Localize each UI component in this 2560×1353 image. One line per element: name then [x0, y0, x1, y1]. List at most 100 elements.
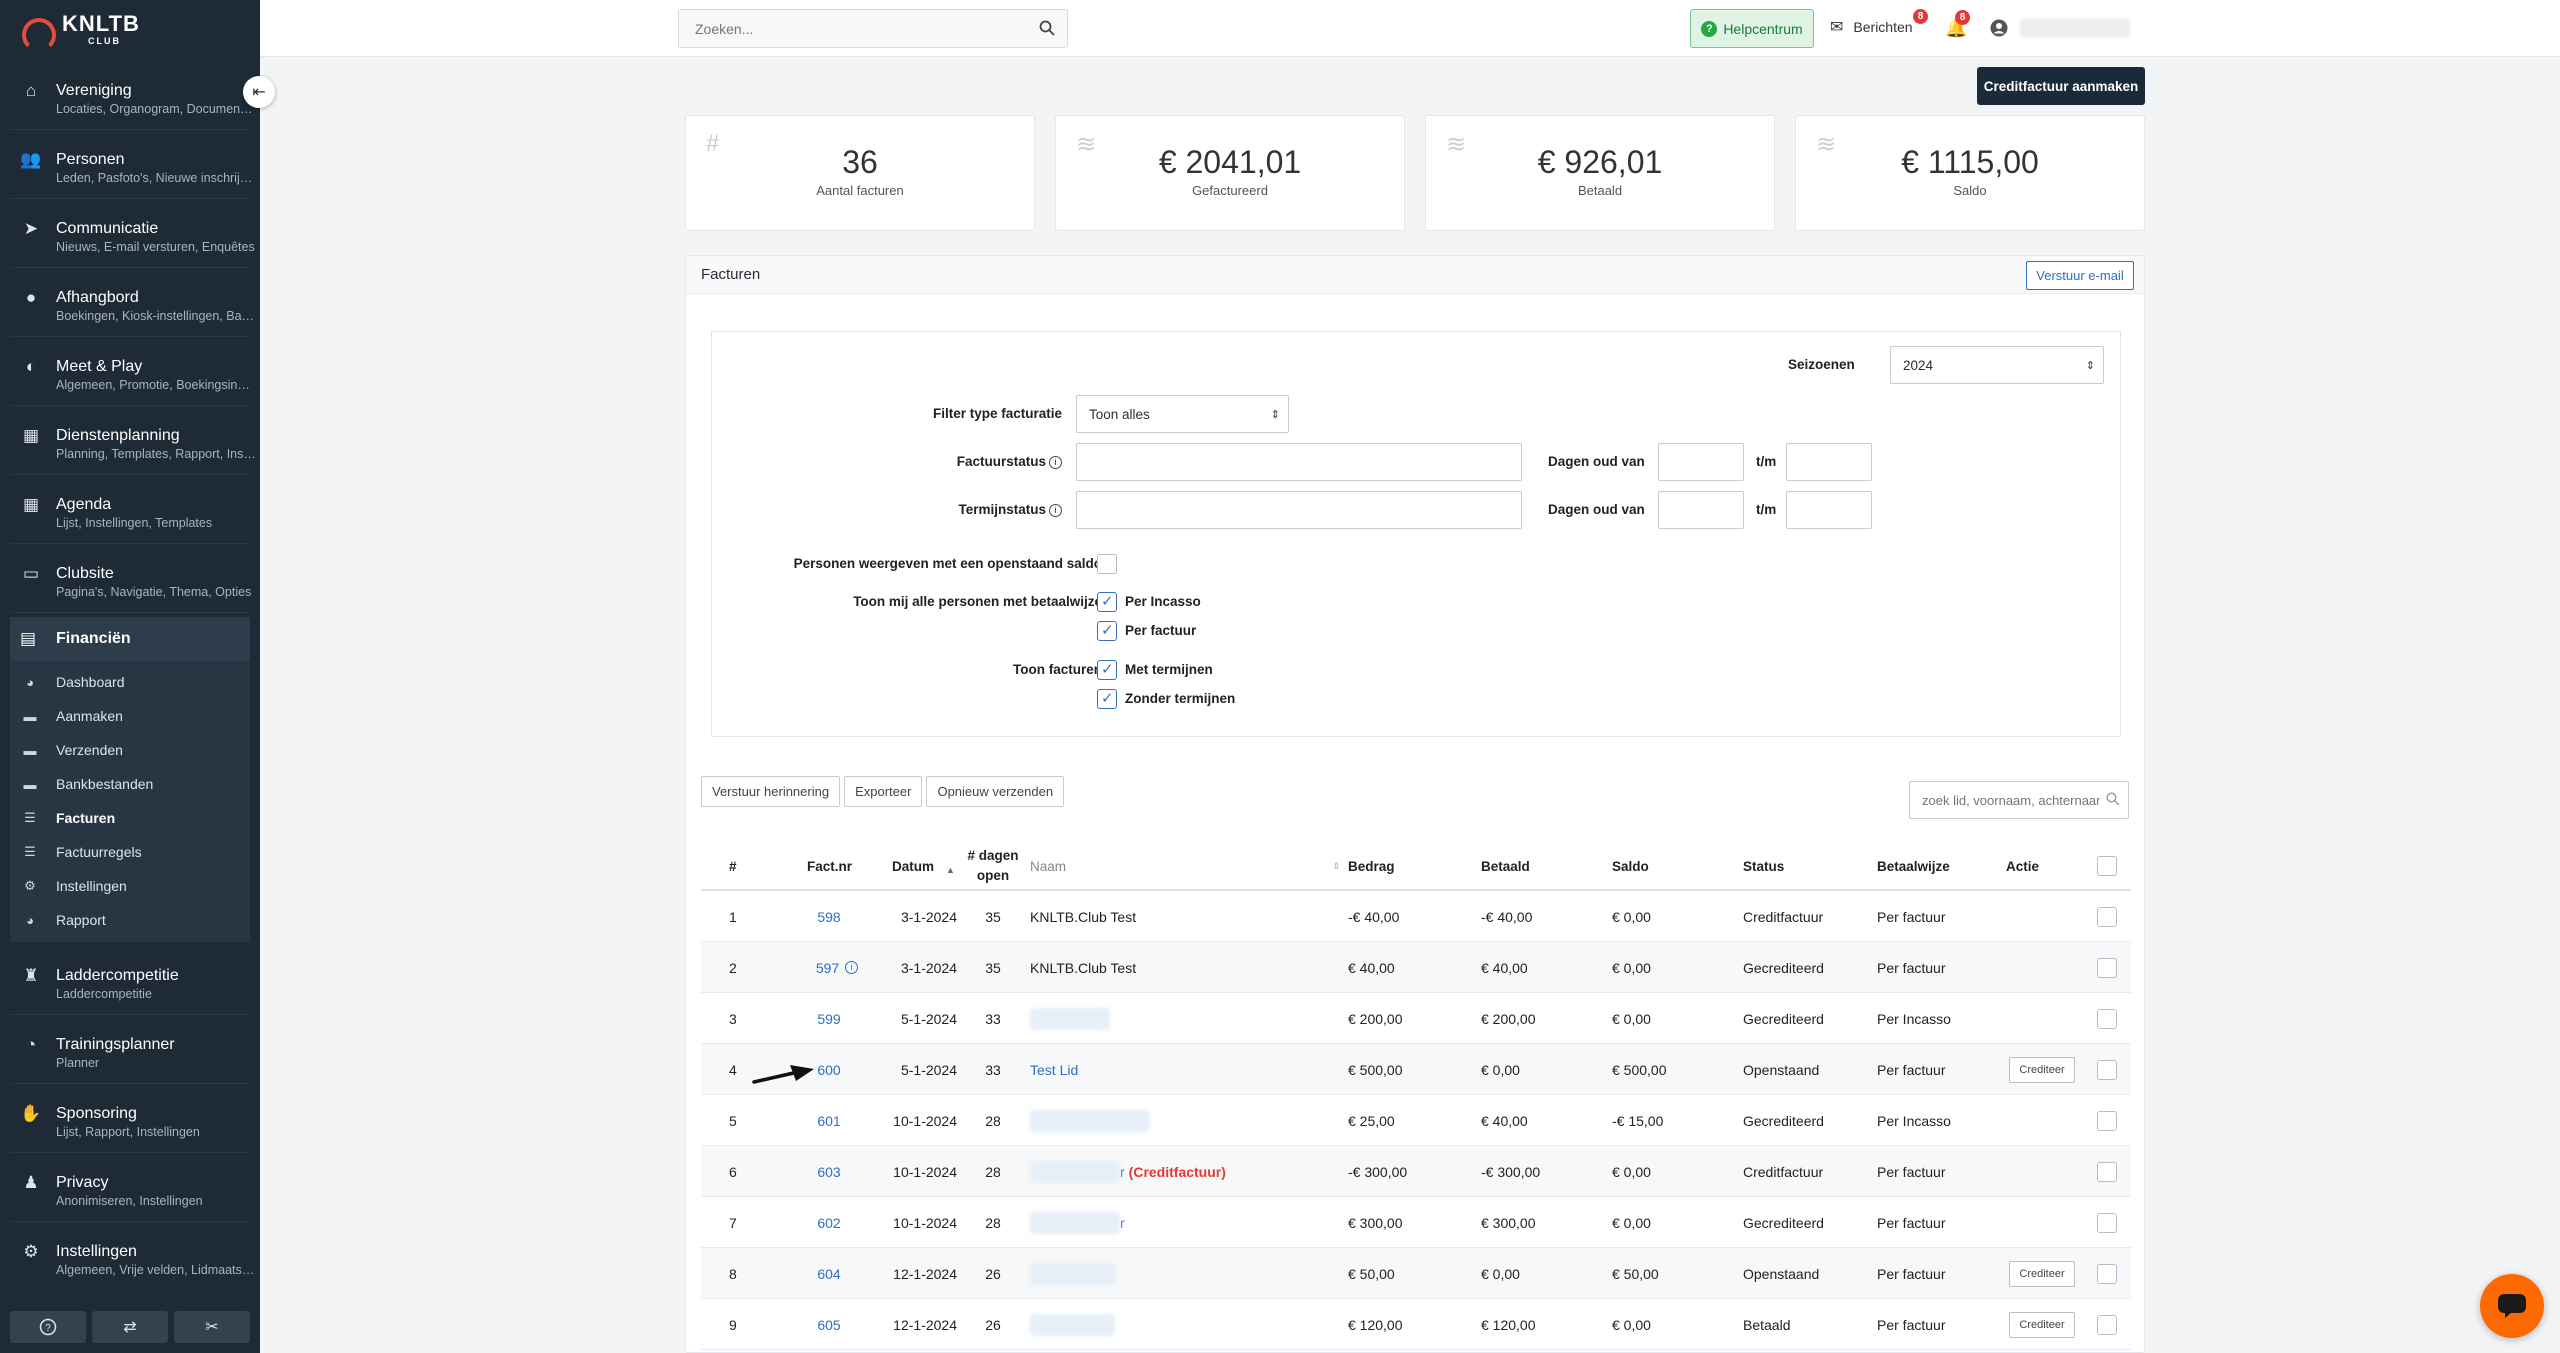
logo[interactable]: KNLTB CLUB	[18, 12, 140, 52]
notifications-button[interactable]: 🔔 8	[1945, 10, 1970, 39]
header-dagen[interactable]: # dagen open	[966, 841, 1020, 891]
row-select-checkbox[interactable]	[2097, 1263, 2117, 1284]
without-terms-checkbox[interactable]	[1097, 689, 1117, 709]
create-credit-invoice-button[interactable]: Creditfactuur aanmaken	[1977, 67, 2145, 105]
row-select-checkbox[interactable]	[2097, 1212, 2117, 1233]
settings-icon: ⚙	[23, 1242, 39, 1261]
info-icon[interactable]: i	[1049, 503, 1062, 517]
global-search-input[interactable]	[679, 10, 1019, 47]
per-incasso-checkbox[interactable]	[1097, 592, 1117, 612]
invoice-number-link[interactable]: 600	[817, 1062, 840, 1078]
payment-method-label: Toon mij alle personen met betaalwijze	[853, 594, 1102, 609]
sidebar-subitem-instellingen[interactable]: ⚙ Instellingen	[10, 869, 250, 903]
search-icon[interactable]	[1039, 20, 1055, 36]
sidebar-item-dienstenplanning[interactable]: ▦ Dienstenplanning Planning, Templates, Ra…	[0, 410, 260, 468]
type-filter-select[interactable]: Toon alles	[1076, 395, 1289, 433]
sidebar-subitem-bankbestanden[interactable]: ▬ Bankbestanden	[10, 767, 250, 801]
member-name-cell	[1030, 1248, 1115, 1299]
sidebar-collapse-button[interactable]: ⇤	[243, 76, 275, 108]
invoice-number-link[interactable]: 602	[817, 1215, 840, 1231]
sidebar-item-privacy[interactable]: ♟ Privacy Anonimiseren, Instellingen	[0, 1157, 260, 1215]
per-factuur-checkbox[interactable]	[1097, 621, 1117, 641]
export-button[interactable]: Exporteer	[844, 776, 923, 807]
sidebar-item-laddercompetitie[interactable]: ♜ Laddercompetitie Laddercompetitie	[0, 950, 260, 1008]
member-name-link[interactable]: KNLTB.Club Test	[1030, 960, 1136, 976]
invoice-days-from-input[interactable]	[1658, 443, 1744, 481]
row-select-checkbox[interactable]	[2097, 1161, 2117, 1182]
sidebar-item-afhangbord[interactable]: ● Afhangbord Boekingen, Kiosk-instellingen…	[0, 272, 260, 330]
sidebar-subitem-rapport[interactable]: ◕ Rapport	[10, 903, 250, 937]
sidebar-item-clubsite[interactable]: ▭ Clubsite Pagina's, Navigatie, Thema, Opt…	[0, 548, 260, 606]
sidebar-subitem-verzenden[interactable]: ▬ Verzenden	[10, 733, 250, 767]
balance: € 500,00	[1612, 1061, 1667, 1078]
invoice-number-link[interactable]: 601	[817, 1113, 840, 1129]
crediteer-button[interactable]: Crediteer	[2009, 1311, 2075, 1338]
crediteer-button[interactable]: Crediteer	[2009, 1056, 2075, 1083]
with-terms-checkbox[interactable]	[1097, 660, 1117, 680]
sidebar-item-instellingen[interactable]: ⚙ Instellingen Algemeen, Vrije velden, Lid…	[0, 1226, 260, 1284]
chat-button[interactable]	[2480, 1274, 2544, 1338]
row-select-checkbox[interactable]	[2097, 906, 2117, 927]
invoice-status-input[interactable]	[1076, 443, 1522, 481]
select-all-checkbox[interactable]	[2097, 856, 2117, 876]
header-saldo[interactable]: Saldo	[1612, 841, 1649, 891]
row-select-checkbox[interactable]	[2097, 1008, 2117, 1029]
invoice-number-link[interactable]: 604	[817, 1266, 840, 1282]
help-icon: ?	[1701, 20, 1718, 37]
sidebar-item-label: Afhangbord	[56, 289, 139, 306]
sidebar-subitem-aanmaken[interactable]: ▬ Aanmaken	[10, 699, 250, 733]
info-icon[interactable]: i	[845, 961, 859, 974]
table-search-input[interactable]	[1910, 782, 2100, 818]
sidebar-item-personen[interactable]: 👥 Personen Leden, Pasfoto's, Nieuwe inschr…	[0, 134, 260, 192]
send-email-button[interactable]: Verstuur e-mail	[2026, 261, 2134, 290]
header-status[interactable]: Status	[1743, 841, 1784, 891]
member-name-link[interactable]: r	[1120, 1164, 1125, 1180]
season-select[interactable]: 2024	[1890, 346, 2104, 384]
tools-button[interactable]: ✂	[174, 1311, 250, 1343]
header-betaalwijze[interactable]: Betaalwijze	[1877, 841, 1950, 891]
sidebar-item-agenda[interactable]: ▦ Agenda Lijst, Instellingen, Templates	[0, 479, 260, 537]
sidebar-subitem-facturen[interactable]: ☰ Facturen	[10, 801, 250, 835]
sidebar-item-trainingsplanner[interactable]: ◔ Trainingsplanner Planner	[0, 1019, 260, 1077]
member-name-link[interactable]: KNLTB.Club Test	[1030, 909, 1136, 925]
invoice-number-link[interactable]: 597	[816, 960, 839, 976]
header-bedrag[interactable]: Bedrag	[1348, 841, 1395, 891]
header-factnr[interactable]: Fact.nr	[807, 841, 852, 891]
invoice-number-link[interactable]: 603	[817, 1164, 840, 1180]
row-select-checkbox[interactable]	[2097, 957, 2117, 978]
help-center-button[interactable]: ? Helpcentrum	[1690, 9, 1814, 48]
invoice-number-link[interactable]: 598	[817, 909, 840, 925]
invoice-number-link[interactable]: 599	[817, 1011, 840, 1027]
user-menu[interactable]	[1990, 18, 2130, 38]
help-circle-button[interactable]: ?	[10, 1311, 86, 1343]
member-name-link[interactable]: Test Lid	[1030, 1062, 1078, 1078]
sidebar-item-financien[interactable]: ▤ Financiën	[10, 617, 250, 661]
invoice-number-link[interactable]: 605	[817, 1317, 840, 1333]
sidebar-subitem-factuurregels[interactable]: ☰ Factuurregels	[10, 835, 250, 869]
header-betaald[interactable]: Betaald	[1481, 841, 1530, 891]
term-days-to-input[interactable]	[1786, 491, 1872, 529]
resend-button[interactable]: Opnieuw verzenden	[926, 776, 1065, 807]
term-days-from-input[interactable]	[1658, 491, 1744, 529]
row-select-checkbox[interactable]	[2097, 1059, 2117, 1080]
messages-button[interactable]: ✉ Berichten 8	[1830, 9, 1928, 37]
header-datum[interactable]: Datum ▲	[892, 841, 955, 891]
term-status-input[interactable]	[1076, 491, 1522, 529]
row-select-checkbox[interactable]	[2097, 1314, 2117, 1335]
sidebar-subitem-dashboard[interactable]: ◕ Dashboard	[10, 665, 250, 699]
sidebar-item-meet-play[interactable]: ◐ Meet & Play Algemeen, Promotie, Boekings…	[0, 341, 260, 399]
days-open: 26	[985, 1316, 1001, 1333]
info-icon[interactable]: i	[1049, 455, 1062, 469]
sidebar-item-vereniging[interactable]: ⌂ Vereniging Locaties, Organogram, Documen…	[0, 65, 260, 123]
row-select-checkbox[interactable]	[2097, 1110, 2117, 1131]
days-open: 28	[985, 1112, 1001, 1129]
invoice-days-to-input[interactable]	[1786, 443, 1872, 481]
crediteer-button[interactable]: Crediteer	[2009, 1260, 2075, 1287]
open-balance-checkbox[interactable]	[1097, 554, 1117, 574]
member-name-link[interactable]: r	[1120, 1215, 1125, 1231]
header-naam[interactable]: Naam ⇕	[1030, 841, 1340, 891]
sidebar-item-communicatie[interactable]: ➤ Communicatie Nieuws, E-mail versturen, E…	[0, 203, 260, 261]
sidebar-item-sponsoring[interactable]: ✋ Sponsoring Lijst, Rapport, Instellingen	[0, 1088, 260, 1146]
send-reminder-button[interactable]: Verstuur herinnering	[701, 776, 841, 807]
switch-button[interactable]: ⇄	[92, 1311, 168, 1343]
